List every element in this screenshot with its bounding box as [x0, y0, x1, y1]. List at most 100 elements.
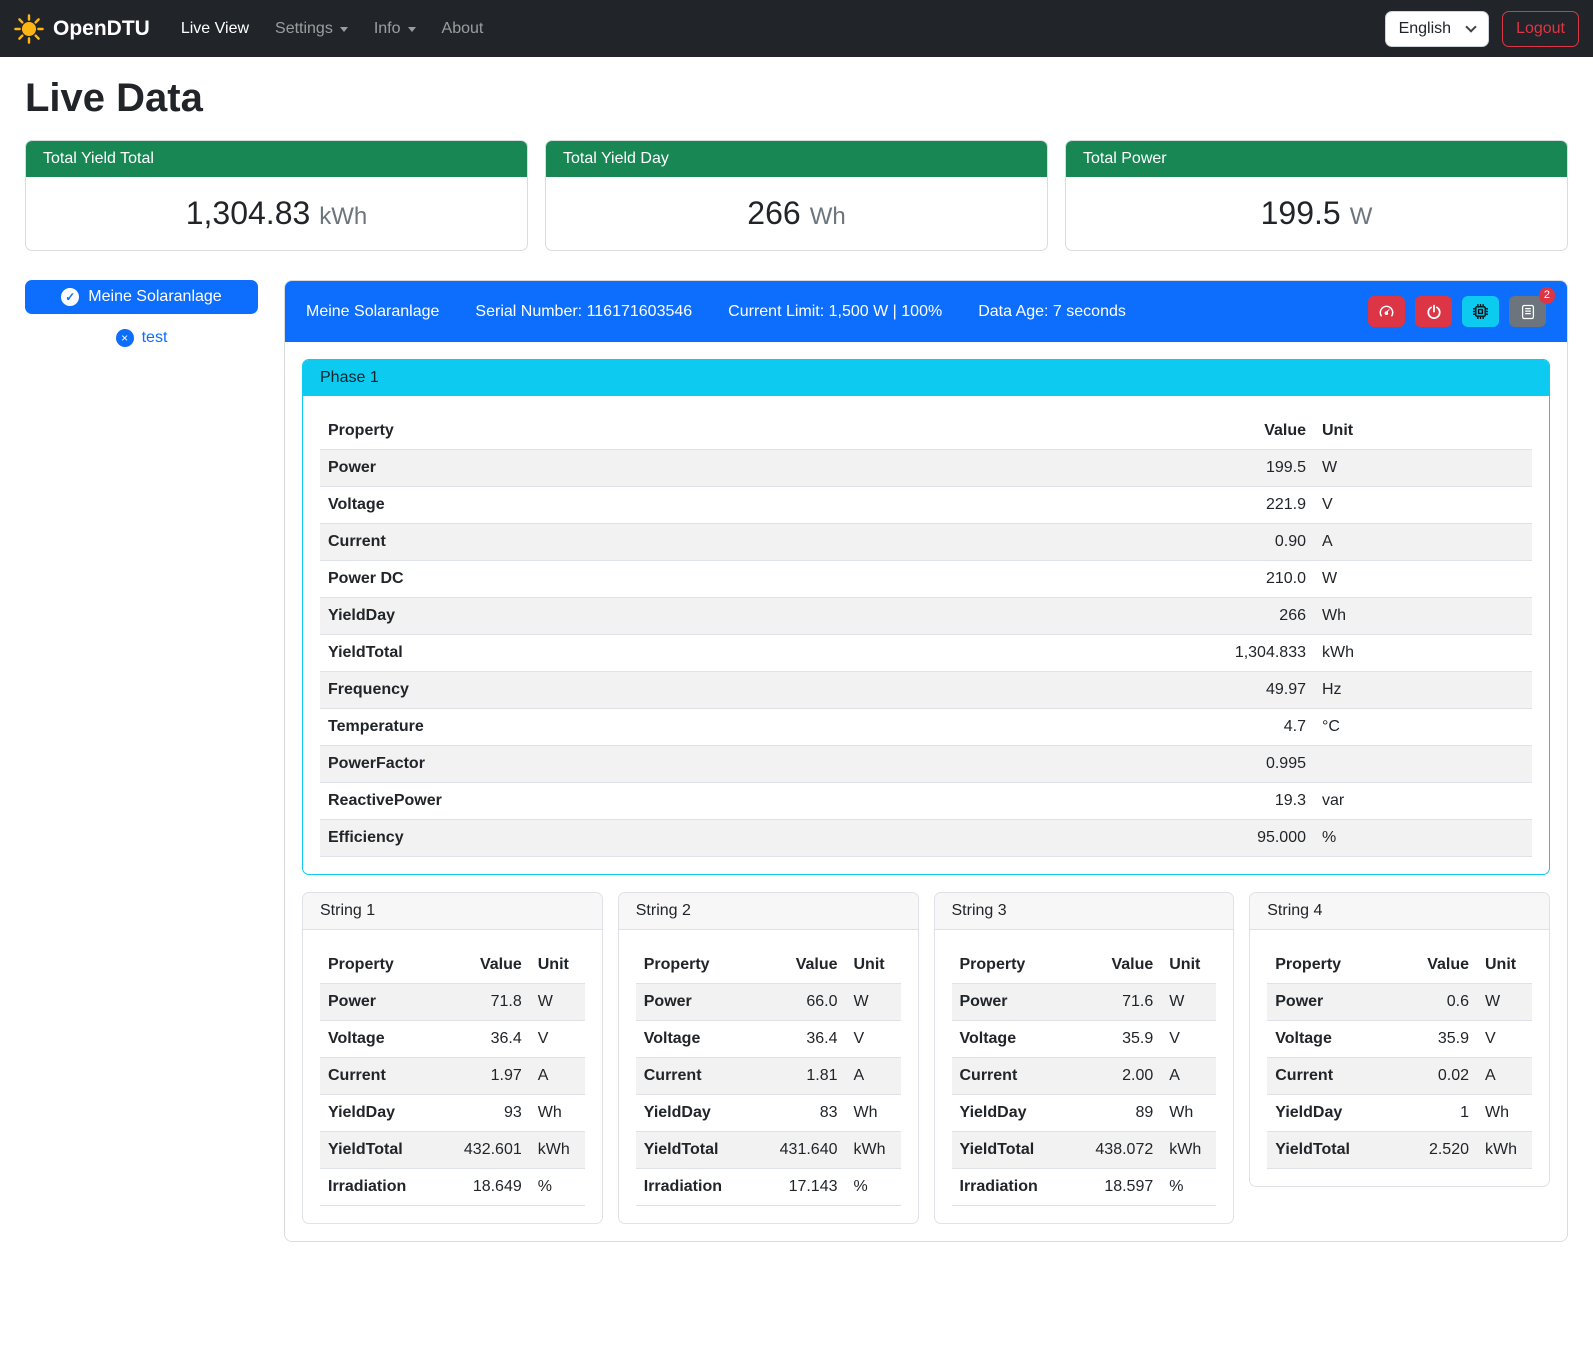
table-row: Irradiation18.597%: [952, 1169, 1217, 1206]
inverter-sidebar: ✓ Meine Solaranlage × test: [25, 280, 258, 347]
device-info-button[interactable]: [1462, 296, 1499, 327]
table-row: ReactivePower19.3var: [320, 783, 1532, 820]
panel-actions: 2: [1368, 296, 1546, 327]
sun-icon: [14, 14, 44, 44]
property-cell: YieldTotal: [320, 1132, 445, 1169]
value-cell: 83: [761, 1095, 846, 1132]
table-row: Power199.5W: [320, 450, 1532, 487]
nav-item-settings[interactable]: Settings: [262, 12, 361, 46]
table-row: YieldDay93Wh: [320, 1095, 585, 1132]
table-row: Voltage36.4V: [636, 1021, 901, 1058]
summary-card-value: 1,304.83: [186, 195, 311, 231]
brand[interactable]: OpenDTU: [14, 14, 150, 44]
value-cell: 66.0: [761, 984, 846, 1021]
value-cell: 71.6: [1076, 984, 1161, 1021]
string-title: String 4: [1250, 893, 1549, 930]
unit-cell: var: [1314, 783, 1532, 820]
table-row: YieldTotal1,304.833kWh: [320, 635, 1532, 672]
nav-item-settings-label: Settings: [275, 20, 333, 38]
unit-cell: %: [1161, 1169, 1216, 1206]
value-cell: 95.000: [1164, 820, 1314, 857]
unit-cell: V: [1314, 487, 1532, 524]
property-cell: Power DC: [320, 561, 1164, 598]
summary-card-unit: W: [1350, 203, 1373, 230]
string-card-4: String 4 Property Value Unit: [1249, 892, 1550, 1187]
table-row: YieldTotal431.640kWh: [636, 1132, 901, 1169]
chevron-down-icon: [340, 27, 348, 32]
property-cell: YieldTotal: [952, 1132, 1077, 1169]
value-header: Value: [1076, 947, 1161, 984]
unit-cell: Wh: [1314, 598, 1532, 635]
value-cell: 18.649: [445, 1169, 530, 1206]
unit-cell: kWh: [530, 1132, 585, 1169]
table-row: Current1.81A: [636, 1058, 901, 1095]
page-title: Live Data: [25, 76, 1568, 121]
value-cell: 199.5: [1164, 450, 1314, 487]
inverter-panel-header: Meine Solaranlage Serial Number: 1161716…: [285, 281, 1567, 342]
summary-row: Total Yield Total 1,304.83kWh Total Yiel…: [25, 140, 1568, 251]
brand-name: OpenDTU: [53, 17, 150, 41]
nav-item-about[interactable]: About: [429, 12, 497, 46]
nav-links: Live View Settings Info About: [168, 12, 497, 46]
unit-cell: V: [530, 1021, 585, 1058]
value-cell: 18.597: [1076, 1169, 1161, 1206]
property-header: Property: [320, 947, 445, 984]
table-row: Efficiency95.000%: [320, 820, 1532, 857]
string-table: Property Value Unit Power66.0WVoltage36.…: [636, 947, 901, 1206]
inverter-select-button[interactable]: ✓ Meine Solaranlage: [25, 280, 258, 314]
table-row: Voltage36.4V: [320, 1021, 585, 1058]
unit-header: Unit: [530, 947, 585, 984]
power-button[interactable]: [1415, 296, 1452, 327]
summary-card-total-yield-day: Total Yield Day 266Wh: [545, 140, 1048, 251]
summary-card-value: 199.5: [1261, 195, 1341, 231]
nav-item-info-label: Info: [374, 20, 401, 38]
inverter-item-test-label: test: [142, 329, 168, 347]
inverter-item-test[interactable]: × test: [25, 329, 258, 347]
string-title: String 3: [935, 893, 1234, 930]
table-row: Current1.97A: [320, 1058, 585, 1095]
unit-cell: A: [1314, 524, 1532, 561]
table-row: YieldTotal2.520kWh: [1267, 1132, 1532, 1169]
property-cell: Power: [320, 984, 445, 1021]
event-count-badge: 2: [1539, 287, 1555, 304]
property-cell: Voltage: [636, 1021, 761, 1058]
unit-cell: W: [1314, 450, 1532, 487]
unit-header: Unit: [1477, 947, 1532, 984]
nav-item-info[interactable]: Info: [361, 12, 429, 46]
property-cell: Power: [636, 984, 761, 1021]
table-row: Current2.00A: [952, 1058, 1217, 1095]
table-row: Voltage35.9V: [952, 1021, 1217, 1058]
limit-settings-button[interactable]: [1368, 296, 1405, 327]
value-cell: 0.90: [1164, 524, 1314, 561]
event-log-button[interactable]: 2: [1509, 296, 1546, 327]
string-title: String 1: [303, 893, 602, 930]
string-body: Property Value Unit Power71.6WVoltage35.…: [935, 930, 1234, 1223]
phase-table: Property Value Unit Power199.5WVoltage22…: [320, 413, 1532, 857]
property-cell: YieldDay: [952, 1095, 1077, 1132]
property-cell: YieldDay: [320, 598, 1164, 635]
table-header-row: Property Value Unit: [952, 947, 1217, 984]
table-row: Power71.8W: [320, 984, 585, 1021]
unit-cell: A: [846, 1058, 901, 1095]
property-cell: Power: [1267, 984, 1392, 1021]
nav-item-live-view[interactable]: Live View: [168, 12, 262, 46]
value-cell: 438.072: [1076, 1132, 1161, 1169]
logout-button[interactable]: Logout: [1502, 11, 1579, 47]
unit-cell: W: [1161, 984, 1216, 1021]
property-cell: Current: [636, 1058, 761, 1095]
unit-cell: W: [1314, 561, 1532, 598]
value-cell: 35.9: [1392, 1021, 1477, 1058]
unit-cell: %: [530, 1169, 585, 1206]
language-select[interactable]: English: [1385, 11, 1489, 47]
gauge-icon: [1378, 303, 1395, 320]
table-header-row: Property Value Unit: [1267, 947, 1532, 984]
unit-cell: °C: [1314, 709, 1532, 746]
table-row: Voltage35.9V: [1267, 1021, 1532, 1058]
strings-row: String 1 Property Value Unit: [302, 892, 1550, 1224]
table-row: YieldDay89Wh: [952, 1095, 1217, 1132]
chevron-down-icon: [408, 27, 416, 32]
value-cell: 1.97: [445, 1058, 530, 1095]
table-row: YieldDay1Wh: [1267, 1095, 1532, 1132]
property-cell: YieldDay: [1267, 1095, 1392, 1132]
property-cell: Current: [1267, 1058, 1392, 1095]
